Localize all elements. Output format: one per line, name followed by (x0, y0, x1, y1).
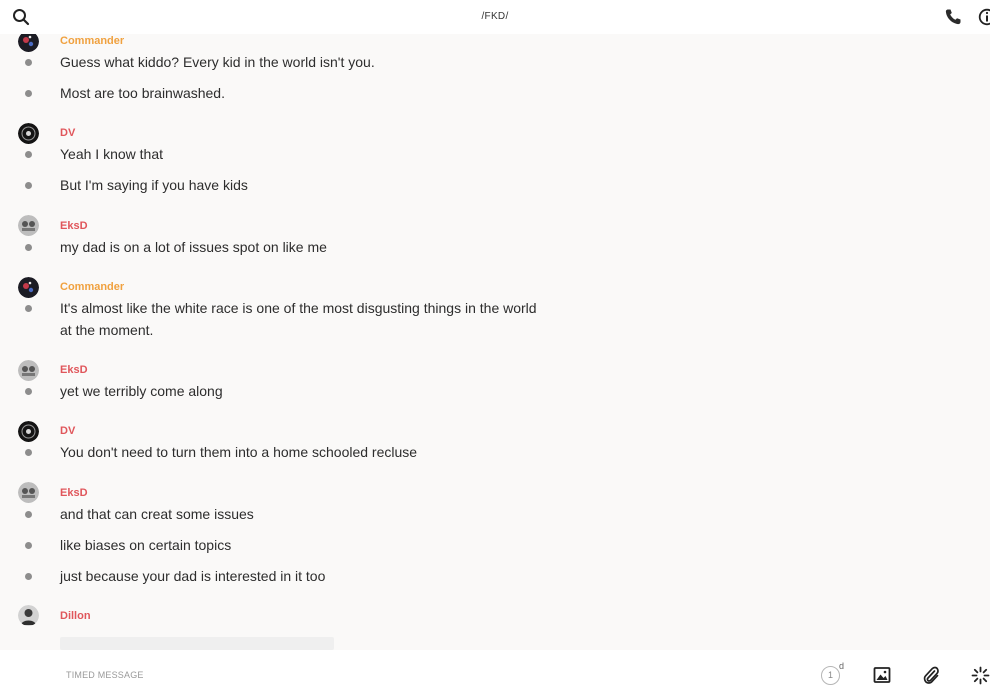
timer-value: 1 (821, 666, 840, 685)
message-author[interactable]: Commander (60, 281, 124, 293)
message-text: just because your dad is interested in i… (60, 568, 326, 584)
message-bullet (25, 542, 32, 549)
message-text: like biases on certain topics (60, 537, 232, 553)
message-text: Yeah I know that (60, 146, 164, 162)
message-text: my dad is on a lot of issues spot on lik… (60, 239, 327, 255)
avatar-dv[interactable] (18, 421, 39, 442)
message-author[interactable]: EksD (60, 220, 88, 232)
message-text: Guess what kiddo? Every kid in the world… (60, 54, 375, 70)
message-text: You don't need to turn them into a home … (60, 444, 418, 460)
avatar-eksd[interactable] (18, 215, 39, 236)
paperclip-icon[interactable] (922, 665, 940, 685)
avatar-eksd[interactable] (18, 482, 39, 503)
message-bullet (25, 182, 32, 189)
message-author[interactable]: EksD (60, 364, 88, 376)
message-bullet (25, 151, 32, 158)
phone-icon[interactable] (944, 8, 962, 26)
image-icon[interactable] (873, 666, 891, 684)
message-bullet (25, 511, 32, 518)
timed-message-input[interactable] (66, 666, 766, 684)
avatar-dillon[interactable] (18, 605, 39, 626)
message-text: yet we terribly come along (60, 383, 223, 399)
timer-unit: d (839, 661, 845, 671)
message-bullet (25, 90, 32, 97)
timer-button[interactable]: 1 d (821, 661, 847, 686)
loading-message-placeholder (60, 637, 334, 650)
chat-title: /FKD/ (481, 11, 509, 22)
message-text: Most are too brainwashed. (60, 85, 225, 101)
message-bullet (25, 573, 32, 580)
top-bar: /FKD/ (0, 0, 990, 34)
message-bullet (25, 449, 32, 456)
message-bullet (25, 59, 32, 66)
message-author[interactable]: EksD (60, 487, 88, 499)
sparkle-icon[interactable] (971, 666, 990, 685)
avatar-eksd[interactable] (18, 360, 39, 381)
avatar-commander[interactable] (18, 34, 39, 52)
message-author[interactable]: Dillon (60, 610, 91, 622)
message-author[interactable]: Commander (60, 35, 124, 47)
avatar-commander[interactable] (18, 277, 39, 298)
message-text: But I'm saying if you have kids (60, 177, 248, 193)
message-bullet (25, 244, 32, 251)
message-list[interactable]: Commander Guess what kiddo? Every kid in… (0, 34, 990, 650)
composer-bar: 1 d (0, 650, 990, 700)
message-text: It's almost like the white race is one o… (60, 300, 537, 316)
message-author[interactable]: DV (60, 127, 75, 139)
avatar-dv[interactable] (18, 123, 39, 144)
message-bullet (25, 388, 32, 395)
message-bullet (25, 305, 32, 312)
info-icon[interactable] (978, 8, 990, 26)
message-text: and that can creat some issues (60, 506, 254, 522)
message-text: at the moment. (60, 322, 154, 338)
message-author[interactable]: DV (60, 425, 75, 437)
